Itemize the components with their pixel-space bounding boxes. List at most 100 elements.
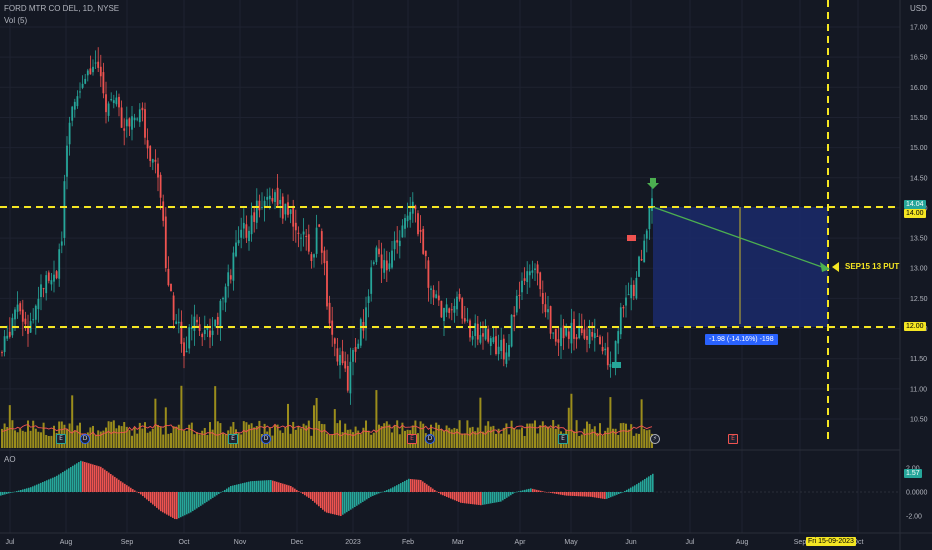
ao-bar	[648, 476, 650, 492]
flag-icon-small	[612, 362, 621, 368]
volume-bar	[253, 427, 256, 448]
ao-bar	[350, 492, 352, 510]
ao-bar	[0, 492, 2, 496]
volume-bar	[344, 423, 347, 448]
earnings-icon[interactable]: E	[228, 434, 238, 444]
candle-body	[596, 335, 599, 337]
candle-body	[627, 294, 630, 296]
ao-bar	[314, 492, 316, 503]
ao-bar	[98, 466, 100, 492]
volume-bar	[315, 397, 318, 448]
ao-bar	[240, 483, 242, 492]
candle-body	[591, 332, 594, 337]
earnings-icon[interactable]: E	[56, 434, 66, 444]
ao-bar	[70, 467, 72, 492]
ao-bar	[164, 492, 166, 514]
ao-bar	[288, 485, 290, 492]
candle-body	[359, 319, 362, 346]
candle-body	[240, 229, 243, 238]
ao-bar	[308, 492, 310, 498]
ao-bar	[440, 492, 442, 495]
candle-body	[601, 346, 604, 352]
ao-bar	[114, 476, 116, 492]
ao-bar	[354, 492, 356, 508]
ao-bar	[54, 476, 56, 492]
ao-bar	[188, 492, 190, 514]
candle-body	[222, 298, 224, 300]
ao-bar	[414, 479, 416, 492]
candle-body	[513, 314, 516, 317]
ao-bar	[470, 492, 472, 504]
ao-bar	[576, 492, 578, 497]
candle-body	[336, 348, 339, 362]
ao-bar	[418, 479, 420, 492]
candle-body	[276, 187, 279, 206]
ao-bar	[40, 482, 42, 492]
ao-bar	[304, 492, 306, 496]
volume-bar	[94, 434, 97, 448]
volume-bar	[630, 424, 633, 448]
ao-bar	[106, 471, 108, 492]
candle-body	[380, 254, 383, 269]
split-icon[interactable]: ⚡	[650, 434, 660, 444]
ao-bar	[448, 492, 450, 498]
ao-bar	[146, 492, 148, 500]
earnings-icon[interactable]: E	[407, 434, 417, 444]
candle-body	[622, 306, 625, 309]
ao-bar	[626, 489, 628, 492]
volume-bar	[131, 435, 133, 448]
dividend-icon[interactable]: D	[425, 434, 435, 444]
candle-body	[47, 272, 50, 281]
ao-bar	[82, 461, 84, 492]
candle-body	[393, 240, 396, 250]
ao-bar	[506, 492, 508, 498]
symbol-title[interactable]: FORD MTR CO DEL, 1D, NYSE	[4, 4, 119, 13]
volume-bar	[120, 426, 123, 448]
ao-bar	[290, 486, 292, 492]
ao-bar	[244, 482, 246, 492]
ao-bar	[478, 492, 480, 505]
candle-body	[375, 247, 378, 263]
time-axis-label: 2023	[345, 539, 361, 546]
candle-body	[170, 283, 172, 292]
candle-body	[76, 96, 79, 107]
ao-bar	[268, 480, 270, 492]
ao-bar	[550, 492, 552, 493]
ao-bar	[582, 492, 584, 497]
volume-bar	[307, 420, 310, 448]
candle-body	[632, 284, 635, 297]
volume-bar	[622, 422, 625, 448]
ao-bar	[36, 484, 38, 492]
ao-bar	[376, 492, 378, 495]
ao-bar	[178, 492, 180, 519]
dividend-icon[interactable]: D	[80, 434, 90, 444]
ao-bar	[346, 492, 348, 513]
candle-body	[588, 329, 591, 344]
volume-bar	[42, 422, 45, 448]
ao-bar	[166, 492, 168, 515]
candle-body	[445, 304, 448, 313]
earnings-icon[interactable]: E	[728, 434, 738, 444]
ao-bar	[484, 492, 486, 505]
ao-bar	[420, 480, 422, 492]
ao-bar	[646, 477, 648, 492]
ao-bar	[4, 492, 6, 495]
candle-body	[341, 351, 344, 364]
ao-bar	[194, 492, 196, 510]
candle-body	[497, 346, 500, 355]
ao-bar	[200, 492, 202, 506]
candle-body	[242, 222, 245, 229]
volume-bar	[336, 423, 339, 448]
dividend-icon[interactable]: D	[261, 434, 271, 444]
candle-body	[206, 327, 209, 330]
ao-indicator-label[interactable]: AO	[4, 455, 16, 464]
ao-bar	[398, 484, 400, 492]
candle-body	[508, 344, 510, 357]
ao-bar	[142, 492, 144, 497]
volume-indicator-label[interactable]: Vol (5)	[4, 16, 27, 25]
measure-label: -1.98 (-14.16%) -198	[705, 334, 778, 345]
target-label[interactable]: SEP15 13 PUT	[843, 262, 901, 271]
chart-canvas[interactable]: 17.00 16.50 16.00 15.50 15.00 14.50 14.00 13.50…	[0, 0, 932, 550]
earnings-icon[interactable]: E	[558, 434, 568, 444]
volume-bar	[645, 430, 648, 448]
